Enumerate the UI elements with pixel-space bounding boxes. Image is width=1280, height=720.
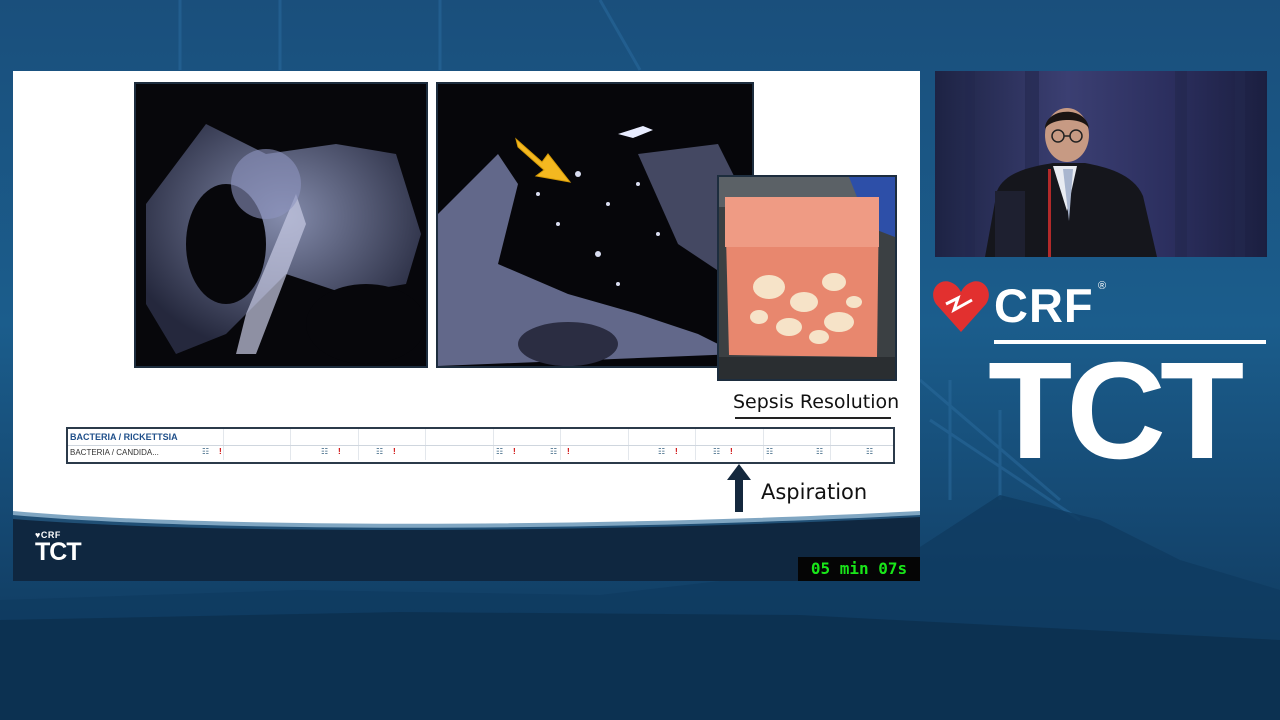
crf-text: CRF <box>994 279 1094 332</box>
aspiration-label: Aspiration <box>761 480 868 504</box>
sepsis-resolution-underline <box>735 417 891 419</box>
culture-result-icon: ☷ <box>658 447 666 456</box>
echocardiogram-image-left <box>134 82 428 368</box>
tct-brand-text: TCT <box>988 334 1244 488</box>
positive-flag-icon: ! <box>219 447 222 456</box>
culture-result-icon: ☷ <box>766 447 774 456</box>
culture-result-icon: ☷ <box>202 447 210 456</box>
culture-result-icon: ☷ <box>376 447 384 456</box>
positive-flag-icon: ! <box>513 447 516 456</box>
session-timer: 05 min 07s <box>798 557 920 581</box>
timeline-title: BACTERIA / RICKETTSIA <box>70 432 178 442</box>
echocardiogram-image-right <box>436 82 754 368</box>
footer-tct-text: TCT <box>35 538 82 566</box>
timeline-row-label: BACTERIA / CANDIDA... <box>70 448 159 457</box>
culture-result-icon: ☷ <box>550 447 558 456</box>
culture-result-icon: ☷ <box>713 447 721 456</box>
slide-footer-logo: ♥CRF TCT <box>35 530 82 566</box>
positive-flag-icon: ! <box>393 447 396 456</box>
positive-flag-icon: ! <box>730 447 733 456</box>
culture-result-icon: ☷ <box>321 447 329 456</box>
speaker-video-feed <box>935 71 1267 257</box>
positive-flag-icon: ! <box>675 447 678 456</box>
positive-flag-icon: ! <box>567 447 570 456</box>
culture-result-icon: ☷ <box>496 447 504 456</box>
culture-result-icon: ☷ <box>816 447 824 456</box>
crf-brand-logo: CRF ® <box>932 276 1172 336</box>
lab-results-timeline: BACTERIA / RICKETTSIA BACTERIA / CANDIDA… <box>66 427 895 464</box>
positive-flag-icon: ! <box>338 447 341 456</box>
culture-result-icon: ☷ <box>866 447 874 456</box>
sepsis-resolution-label: Sepsis Resolution <box>733 391 900 413</box>
arrow-up-icon <box>727 464 751 512</box>
registered-mark: ® <box>1098 280 1107 292</box>
slide-footer-band <box>13 511 920 581</box>
aspirated-material-photo <box>717 175 897 381</box>
presentation-slide: Sepsis Resolution BACTERIA / RICKETTSIA … <box>13 71 920 581</box>
heart-logo-icon <box>933 281 989 332</box>
